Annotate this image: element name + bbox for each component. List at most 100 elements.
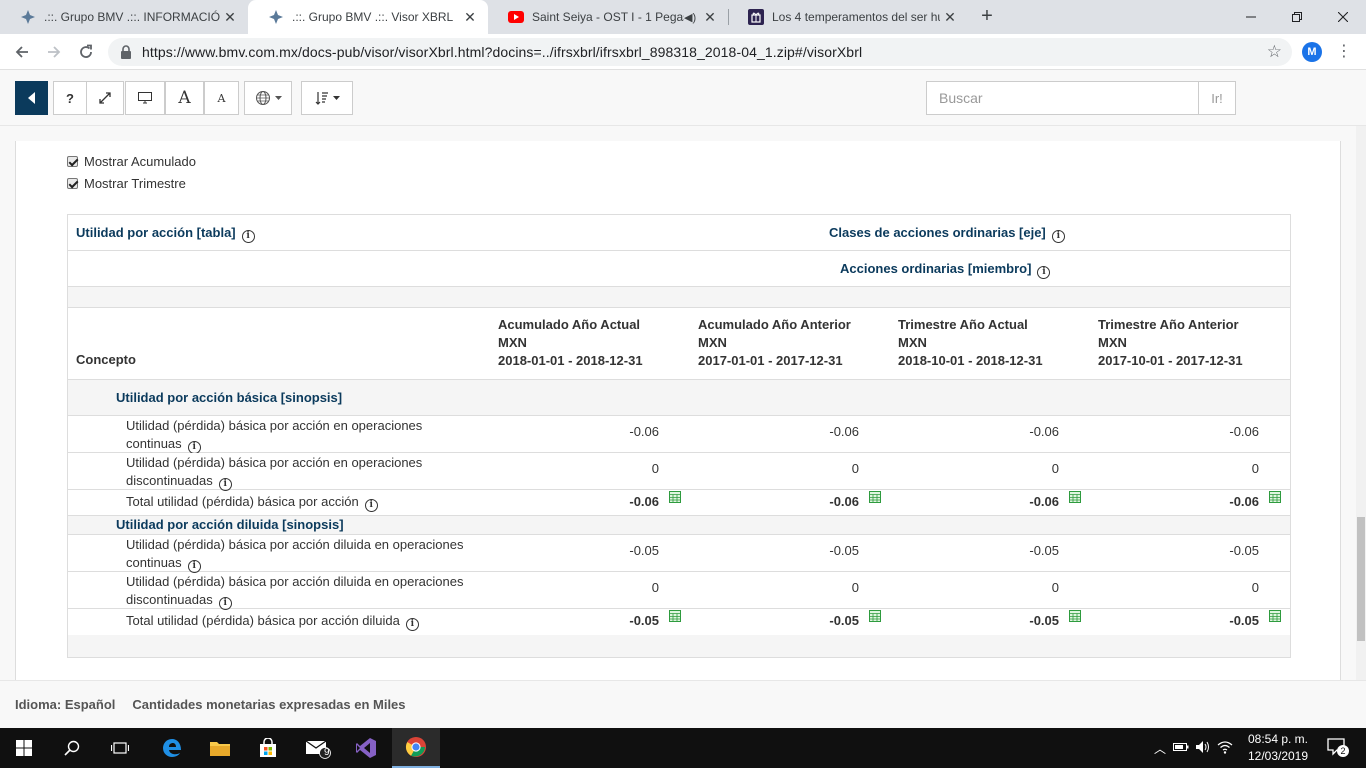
- expand-icon: [99, 92, 111, 104]
- close-tab-icon[interactable]: ✕: [700, 9, 720, 26]
- total-value-cell: -0.05: [1029, 613, 1059, 628]
- address-bar[interactable]: https://www.bmv.com.mx/docs-pub/visor/vi…: [108, 38, 1292, 66]
- browser-tab-saint-seiya[interactable]: Saint Seiya - OST I - 1 Pegasus ◀) ✕: [488, 0, 728, 34]
- visual-studio-taskbar-app[interactable]: [342, 728, 390, 768]
- forward-arrow-icon[interactable]: [42, 40, 66, 64]
- language-dropdown-button[interactable]: [244, 81, 292, 115]
- value-cell: -0.05: [629, 543, 659, 558]
- presentation-button[interactable]: [125, 81, 165, 115]
- caret-down-icon: [274, 96, 282, 100]
- calculator-icon[interactable]: [1069, 610, 1081, 622]
- value-cell: -0.06: [629, 424, 659, 439]
- store-taskbar-app[interactable]: [244, 728, 292, 768]
- tab-title: .::. Grupo BMV .::. Visor XBRL: [292, 10, 454, 24]
- show-quarter-checkbox[interactable]: [67, 177, 78, 189]
- edge-taskbar-app[interactable]: [148, 728, 196, 768]
- decrease-font-button[interactable]: A: [204, 81, 239, 115]
- show-accumulated-option[interactable]: Mostrar Acumulado: [67, 152, 196, 170]
- info-icon[interactable]: i: [364, 499, 378, 512]
- toggle-sidebar-button[interactable]: [15, 81, 48, 115]
- calculator-icon[interactable]: [1069, 491, 1081, 503]
- calculator-icon[interactable]: [869, 491, 881, 503]
- new-tab-button[interactable]: +: [976, 6, 998, 28]
- viewer-toolbar: ? A A Ir!: [0, 70, 1366, 126]
- calculator-icon[interactable]: [669, 491, 681, 503]
- taskbar-clock[interactable]: 08:54 p. m. 12/03/2019: [1238, 731, 1318, 765]
- caret-left-icon: [27, 92, 35, 104]
- browser-tab-bmv-info[interactable]: .::. Grupo BMV .::. INFORMACIÓN ✕: [0, 0, 248, 34]
- report-panel: Mostrar Acumulado Mostrar Trimestre Util…: [15, 141, 1341, 680]
- total-value-cell: -0.06: [1029, 494, 1059, 509]
- mail-badge: 9: [324, 747, 330, 758]
- show-accumulated-checkbox[interactable]: [67, 155, 78, 167]
- total-value-cell: -0.05: [829, 613, 859, 628]
- youtube-favicon-icon: [508, 9, 524, 25]
- minimize-window-icon[interactable]: [1228, 0, 1274, 34]
- tab-title: Los 4 temperamentos del ser hum: [772, 10, 940, 24]
- sort-icon: [315, 92, 328, 105]
- info-icon[interactable]: i: [1037, 266, 1051, 279]
- calculator-icon[interactable]: [1269, 610, 1281, 622]
- info-icon[interactable]: i: [1051, 230, 1065, 243]
- search-go-button[interactable]: Ir!: [1198, 81, 1236, 115]
- reload-icon[interactable]: [74, 40, 98, 64]
- close-tab-icon[interactable]: ✕: [220, 9, 240, 26]
- start-button[interactable]: [0, 728, 48, 768]
- column-header: Acumulado Año Anterior MXN 2017-01-01 - …: [698, 317, 851, 368]
- search-icon: [64, 740, 80, 756]
- browser-tab-temperamentos[interactable]: Los 4 temperamentos del ser hum ✕: [728, 0, 968, 34]
- mail-taskbar-app[interactable]: 9: [294, 728, 342, 768]
- task-view-icon: [111, 742, 129, 754]
- show-quarter-option[interactable]: Mostrar Trimestre: [67, 174, 186, 192]
- concept-label: Total utilidad (pérdida) básica por acci…: [126, 612, 419, 631]
- info-icon[interactable]: i: [405, 618, 419, 631]
- concept-label: Utilidad (pérdida) básica por acción dil…: [126, 537, 464, 573]
- show-hidden-icons-icon[interactable]: ︿: [1150, 740, 1170, 757]
- close-tab-icon[interactable]: ✕: [940, 9, 960, 26]
- task-view-button[interactable]: [96, 728, 144, 768]
- language-indicator: Idioma: Español: [15, 697, 116, 712]
- profile-avatar[interactable]: M: [1302, 42, 1322, 62]
- browser-tab-visor-xbrl[interactable]: .::. Grupo BMV .::. Visor XBRL ✕: [248, 0, 488, 34]
- audio-playing-icon[interactable]: ◀): [684, 11, 700, 24]
- edge-icon: [163, 739, 181, 757]
- member-title: Acciones ordinarias [miembro] i: [840, 261, 1051, 279]
- file-explorer-taskbar-app[interactable]: [196, 728, 244, 768]
- concept-label: Utilidad (pérdida) básica por acción en …: [126, 418, 423, 454]
- close-window-icon[interactable]: [1320, 0, 1366, 34]
- scrollbar-thumb[interactable]: [1357, 517, 1365, 641]
- value-cell: 0: [1051, 461, 1059, 476]
- content-viewport: Mostrar Acumulado Mostrar Trimestre Util…: [0, 126, 1366, 680]
- calculator-icon[interactable]: [869, 610, 881, 622]
- font-small-label: A: [217, 91, 226, 105]
- restore-window-icon[interactable]: [1274, 0, 1320, 34]
- caret-down-icon: [332, 96, 340, 100]
- browser-menu-icon[interactable]: ⋮: [1336, 40, 1352, 64]
- bmv-favicon-icon: [268, 9, 284, 25]
- increase-font-button[interactable]: A: [165, 81, 204, 115]
- search-taskbar-button[interactable]: [48, 728, 96, 768]
- bookmark-star-icon[interactable]: ☆: [1267, 42, 1282, 62]
- total-value-cell: -0.06: [829, 494, 859, 509]
- volume-icon[interactable]: [1192, 740, 1214, 757]
- member-header-row: Acciones ordinarias [miembro] i: [68, 251, 1290, 287]
- browser-toolbar: https://www.bmv.com.mx/docs-pub/visor/vi…: [0, 34, 1366, 70]
- value-cell: -0.06: [1029, 424, 1059, 439]
- table-row: Utilidad (pérdida) básica por acción en …: [68, 416, 1290, 454]
- chrome-taskbar-app[interactable]: [392, 728, 440, 768]
- calculator-icon[interactable]: [669, 610, 681, 622]
- concept-label: Utilidad (pérdida) básica por acción dil…: [126, 574, 464, 610]
- fullscreen-button[interactable]: [86, 81, 124, 115]
- wifi-icon[interactable]: [1214, 740, 1236, 757]
- windows-logo-icon: [16, 740, 32, 756]
- back-arrow-icon[interactable]: [10, 40, 34, 64]
- calculator-icon[interactable]: [1269, 491, 1281, 503]
- value-cell: 0: [651, 580, 659, 595]
- close-tab-icon[interactable]: ✕: [460, 9, 480, 26]
- battery-icon[interactable]: [1170, 741, 1192, 755]
- action-center-button[interactable]: 2: [1326, 736, 1349, 758]
- search-input[interactable]: [926, 81, 1198, 115]
- sort-dropdown-button[interactable]: [301, 81, 353, 115]
- help-button[interactable]: ?: [53, 81, 87, 115]
- info-icon[interactable]: i: [241, 230, 255, 243]
